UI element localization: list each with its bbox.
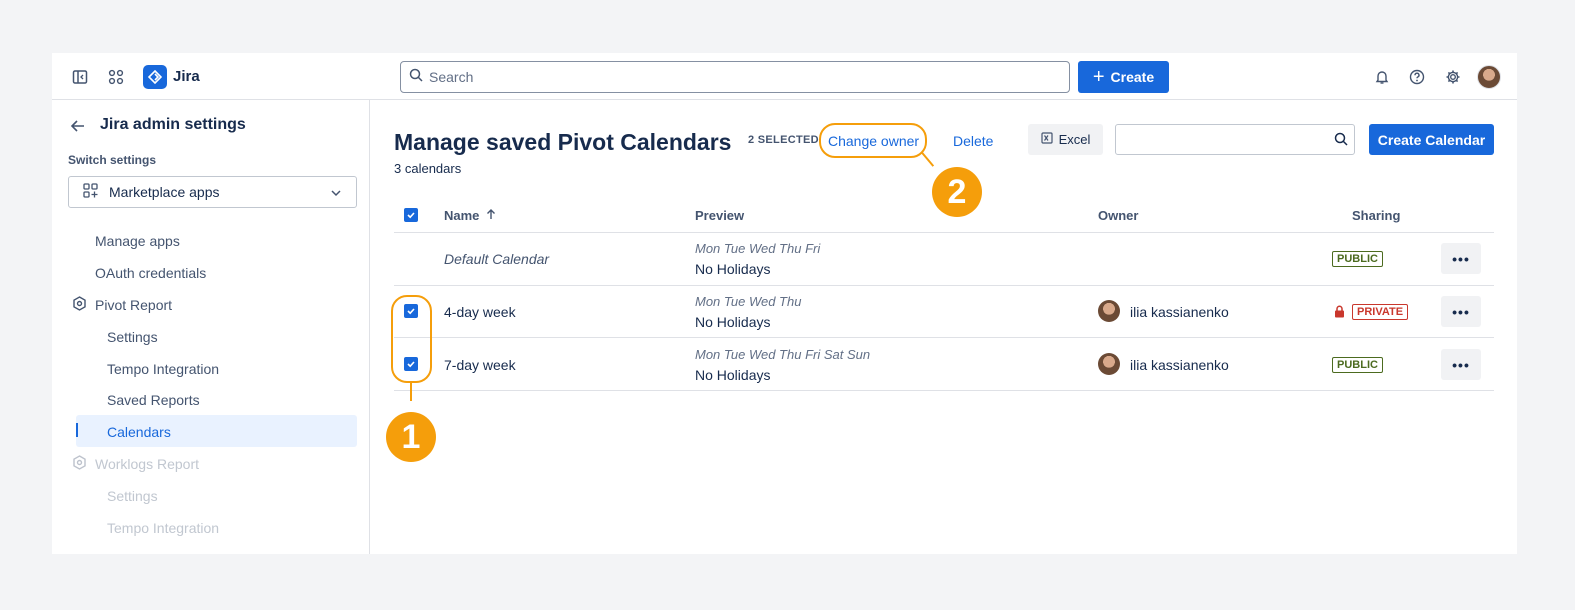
row-divider: [394, 390, 1494, 391]
owner-name: ilia kassianenko: [1130, 357, 1229, 373]
sidebar-title: Jira admin settings: [100, 116, 246, 133]
filter-input[interactable]: [1115, 124, 1355, 155]
apps-icon: [83, 183, 98, 201]
switch-settings-label: Switch settings: [68, 153, 157, 167]
more-actions-button[interactable]: •••: [1441, 243, 1481, 274]
sidebar-item-saved-reports[interactable]: Saved Reports: [107, 392, 200, 408]
sidebar-item-manage-apps[interactable]: Manage apps: [95, 233, 180, 249]
column-header-owner: Owner: [1098, 208, 1139, 223]
more-actions-button[interactable]: •••: [1441, 296, 1481, 327]
sidebar-item-calendars[interactable]: Calendars: [107, 424, 171, 440]
sort-ascending-icon: [486, 208, 496, 223]
sidebar-item-pivot-report[interactable]: Pivot Report: [95, 297, 172, 313]
owner-avatar: [1098, 353, 1120, 375]
sidebar-item-worklogs-report[interactable]: Worklogs Report: [95, 456, 199, 472]
jira-logo-icon[interactable]: [143, 65, 167, 89]
sharing-badge: PUBLIC: [1332, 357, 1383, 373]
notifications-bell-icon[interactable]: [1372, 67, 1392, 87]
callout-connector: [410, 383, 412, 401]
callout-ring-checkboxes: [391, 295, 432, 383]
sidebar: Jira admin settings Switch settings Mark…: [52, 100, 370, 554]
create-calendar-button[interactable]: Create Calendar: [1369, 124, 1494, 155]
preview-holidays: No Holidays: [695, 367, 771, 383]
delete-button[interactable]: Delete: [953, 133, 993, 149]
back-arrow-icon[interactable]: [70, 118, 86, 139]
select-all-checkbox[interactable]: [404, 208, 418, 222]
app-switcher-icon[interactable]: [106, 67, 126, 87]
column-header-preview: Preview: [695, 208, 745, 223]
sidebar-item-worklogs-settings[interactable]: Settings: [107, 488, 158, 504]
calendar-name[interactable]: 4-day week: [444, 304, 516, 320]
calendar-name[interactable]: Default Calendar: [444, 251, 549, 267]
switch-settings-select[interactable]: Marketplace apps: [68, 176, 357, 208]
search-field[interactable]: [400, 61, 1070, 93]
nav-active-indicator: [76, 423, 78, 437]
plus-icon: +: [1092, 66, 1105, 88]
worklogs-report-icon: [72, 455, 87, 473]
column-header-sharing: Sharing: [1352, 208, 1401, 223]
page-title: Manage saved Pivot Calendars: [394, 129, 732, 155]
row-divider: [394, 337, 1494, 338]
create-button-label: Create: [1110, 69, 1155, 85]
user-avatar[interactable]: [1477, 65, 1501, 89]
top-bar: Jira + Create: [52, 53, 1517, 100]
owner-name: ilia kassianenko: [1130, 304, 1229, 320]
search-icon: [1334, 132, 1348, 151]
preview-holidays: No Holidays: [695, 314, 771, 330]
brand-name[interactable]: Jira: [173, 68, 200, 85]
switch-settings-value: Marketplace apps: [109, 184, 220, 200]
callout-badge-2: 2: [932, 167, 982, 217]
preview-days: Mon Tue Wed Thu Fri Sat Sun: [695, 347, 871, 362]
callout-badge-1: 1: [386, 412, 436, 462]
header-divider: [394, 232, 1494, 233]
excel-icon: [1040, 132, 1053, 147]
calendar-name[interactable]: 7-day week: [444, 357, 516, 373]
callout-ring-change-owner: [819, 123, 927, 158]
search-icon: [409, 68, 423, 87]
sidebar-item-settings[interactable]: Settings: [107, 329, 158, 345]
column-header-name[interactable]: Name: [444, 208, 496, 223]
sidebar-item-oauth-credentials[interactable]: OAuth credentials: [95, 265, 206, 281]
help-icon[interactable]: [1407, 67, 1427, 87]
preview-days: Mon Tue Wed Thu Fri: [695, 241, 821, 256]
selected-count: 2 SELECTED: [748, 134, 819, 146]
create-button[interactable]: + Create: [1078, 61, 1169, 93]
chevron-down-icon: [330, 186, 342, 202]
row-divider: [394, 285, 1494, 286]
calendar-count: 3 calendars: [394, 161, 462, 176]
search-input[interactable]: [429, 69, 1029, 85]
sidebar-toggle-icon[interactable]: [70, 67, 90, 87]
preview-days: Mon Tue Wed Thu: [695, 294, 802, 309]
callout-connector: [921, 151, 935, 167]
more-actions-button[interactable]: •••: [1441, 349, 1481, 380]
pivot-report-icon: [72, 296, 87, 314]
settings-gear-icon[interactable]: [1443, 67, 1463, 87]
preview-holidays: No Holidays: [695, 261, 771, 277]
sidebar-item-worklogs-tempo-integration[interactable]: Tempo Integration: [107, 520, 219, 536]
owner-avatar: [1098, 300, 1120, 322]
excel-label: Excel: [1058, 132, 1091, 147]
lock-icon: [1334, 305, 1345, 323]
app-window: Jira + Create Jira admin settings Switch…: [52, 53, 1517, 554]
excel-export-button[interactable]: Excel: [1028, 124, 1103, 155]
sharing-badge: PRIVATE: [1352, 304, 1409, 320]
sharing-badge: PUBLIC: [1332, 251, 1383, 267]
sidebar-item-tempo-integration[interactable]: Tempo Integration: [107, 361, 219, 377]
